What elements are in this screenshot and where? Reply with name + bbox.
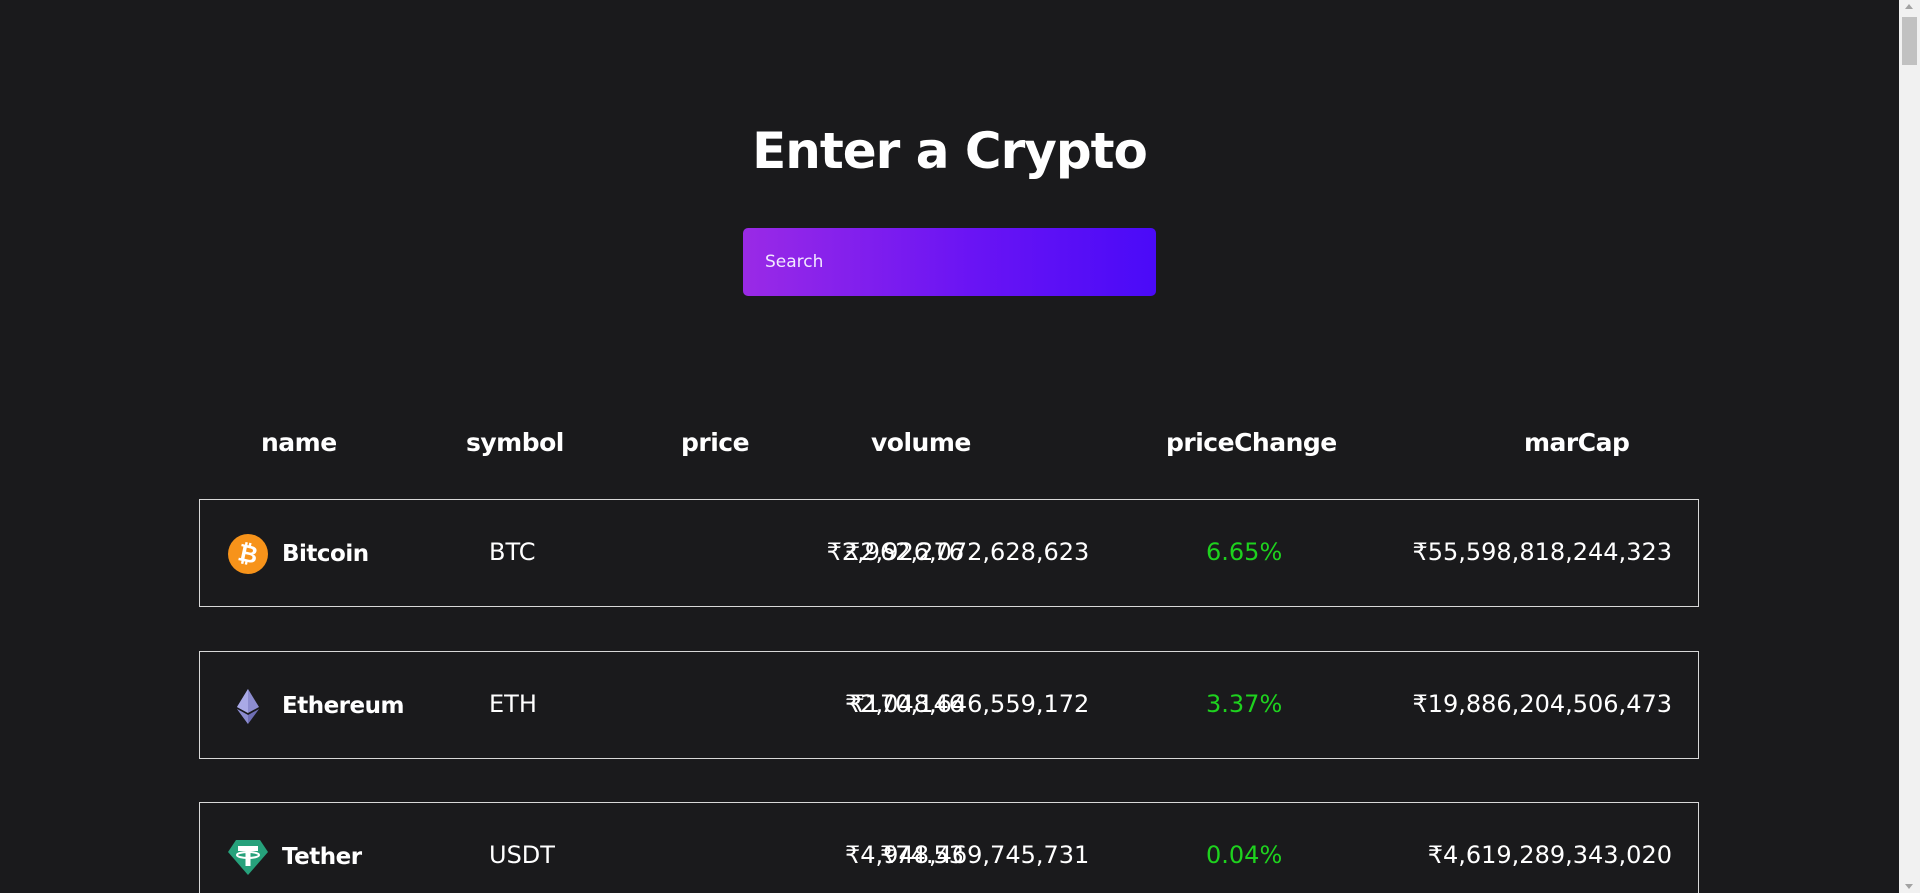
column-header-price-change: priceChange [1166, 428, 1337, 457]
search-input[interactable] [743, 228, 1156, 296]
tether-icon [228, 837, 268, 877]
coin-market-cap: ₹4,619,289,343,020 [1427, 841, 1672, 869]
table-row[interactable]: Tether USDT ₹74.53 ₹4,948,469,745,731 0.… [199, 802, 1699, 893]
page: Enter a Crypto name symbol price volume … [0, 0, 1920, 893]
column-header-volume: volume [871, 428, 971, 457]
table-row[interactable]: Ethereum ETH ₹170,146 ₹2,048,646,559,172… [199, 651, 1699, 759]
coin-market-cap: ₹19,886,204,506,473 [1412, 690, 1672, 718]
coin-price-change: 6.65% [1206, 538, 1283, 566]
coin-volume: ₹4,948,469,745,731 [845, 841, 1090, 869]
main-content: Enter a Crypto name symbol price volume … [0, 0, 1899, 893]
coin-symbol: USDT [489, 841, 555, 869]
coin-name: Ethereum [282, 693, 404, 719]
ethereum-icon [228, 686, 268, 726]
scroll-up-arrow-icon[interactable] [1905, 4, 1913, 9]
coin-volume: ₹2,048,646,559,172 [845, 690, 1090, 718]
bitcoin-icon: ₿ [228, 534, 268, 574]
column-header-price: price [681, 428, 750, 457]
coin-market-cap: ₹55,598,818,244,323 [1412, 538, 1672, 566]
search-box[interactable] [743, 228, 1156, 296]
coin-name: Tether [282, 844, 362, 870]
table-row[interactable]: ₿ Bitcoin BTC ₹2,962,276 ₹2,926,072,628,… [199, 499, 1699, 607]
coin-price-change: 0.04% [1206, 841, 1283, 869]
coin-symbol: ETH [489, 690, 537, 718]
column-header-market-cap: marCap [1524, 428, 1630, 457]
vertical-scrollbar[interactable] [1899, 0, 1920, 893]
page-title: Enter a Crypto [752, 122, 1148, 180]
scroll-down-arrow-icon[interactable] [1905, 884, 1913, 889]
coin-symbol: BTC [489, 538, 536, 566]
coin-price-change: 3.37% [1206, 690, 1283, 718]
coin-name: Bitcoin [282, 541, 369, 567]
coin-volume: ₹2,926,072,628,623 [845, 538, 1090, 566]
scrollbar-thumb[interactable] [1902, 17, 1917, 65]
column-header-symbol: symbol [466, 428, 564, 457]
column-header-name: name [261, 428, 337, 457]
